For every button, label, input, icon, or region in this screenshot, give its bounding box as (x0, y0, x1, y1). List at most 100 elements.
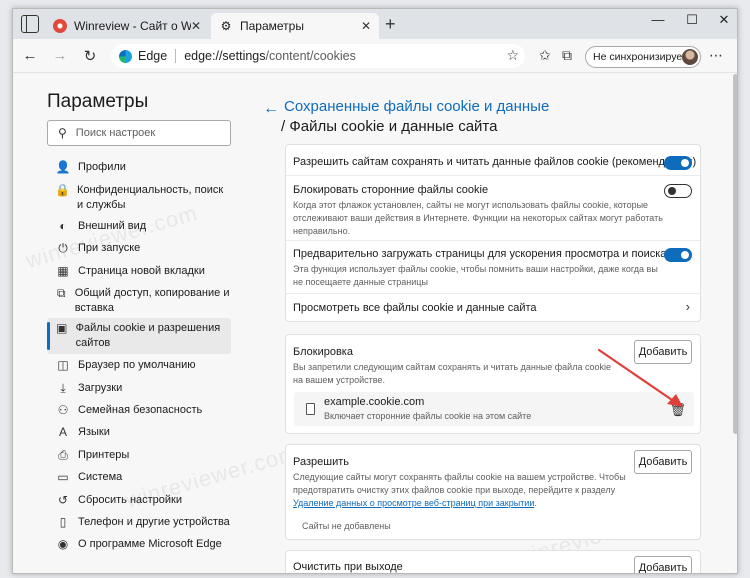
back-icon[interactable]: ← (21, 47, 39, 64)
sidebar-item-system[interactable]: ▭ Система (47, 470, 231, 485)
clear-on-exit-title: Очистить при выходе (293, 561, 403, 573)
allow-add-button[interactable]: Добавить (634, 450, 692, 474)
address-divider (175, 49, 177, 63)
new-tab-page-icon: ▦ (57, 264, 69, 278)
sidebar-item-reset[interactable]: ↺ Сбросить настройки (47, 493, 231, 508)
url-path: /content/cookies (265, 49, 356, 63)
close-tab-icon[interactable]: ✕ (191, 19, 201, 33)
sidebar-item-profiles[interactable]: 👤 Профили (47, 160, 231, 175)
back-arrow-icon[interactable]: ← (263, 100, 279, 118)
close-window-icon[interactable]: ✕ (709, 12, 737, 28)
block-third-party-desc: Когда этот флажок установлен, сайты не м… (293, 200, 663, 236)
tab-winreview[interactable]: Winreview - Сайт о Windows ✕ (45, 13, 209, 39)
allow-empty-text: Сайты не добавлены (302, 521, 391, 531)
sidebar-item-family[interactable]: ⚇ Семейная безопасность (47, 403, 231, 418)
profile-sync-button[interactable]: Не синхронизируется (585, 46, 701, 68)
sidebar-item-downloads[interactable]: ⤓ Загрузки (47, 381, 231, 396)
sidebar-item-new-tab[interactable]: ▦ Страница новой вкладки (47, 264, 231, 279)
block-third-party-toggle[interactable] (664, 184, 692, 198)
document-icon (306, 403, 315, 415)
default-browser-icon: ◫ (57, 358, 69, 372)
preload-title: Предварительно загружать страницы для ус… (293, 248, 667, 260)
sidebar-item-startup[interactable]: ⏻ При запуске (47, 241, 231, 256)
sidebar-item-label: Файлы cookie и разрешения сайтов (75, 322, 221, 349)
sidebar-item-default-browser[interactable]: ◫ Браузер по умолчанию (47, 358, 231, 373)
annotation-arrow (597, 348, 683, 407)
lock-icon: 🔒 (55, 183, 70, 197)
maximize-icon[interactable]: ☐ (677, 12, 707, 28)
allow-cookies-title: Разрешить сайтам сохранять и читать данн… (293, 156, 697, 168)
more-icon[interactable]: ⋯ (709, 47, 723, 64)
refresh-icon[interactable]: ↻ (81, 47, 99, 65)
sidebar-item-languages[interactable]: A Языки (47, 425, 231, 440)
address-brand: Edge (138, 49, 168, 63)
sidebar-item-label: Конфиденциальность, поиск и службы (76, 184, 224, 211)
preload-desc: Эта функция использует файлы cookie, что… (293, 264, 658, 287)
sidebar-item-appearance[interactable]: ◐ Внешний вид (47, 219, 231, 234)
sidebar-item-label: Принтеры (78, 449, 130, 461)
languages-icon: A (58, 425, 67, 439)
address-url[interactable]: edge://settings/content/cookies (184, 49, 356, 63)
sidebar-item-cookies[interactable]: ▣ Файлы cookie и разрешения сайтов (47, 318, 231, 354)
system-icon: ▭ (57, 470, 69, 484)
profile-icon: 👤 (55, 160, 71, 174)
cookie-settings-card: Разрешить сайтам сохранять и читать данн… (285, 144, 701, 322)
settings-page: winreviewer.com winreviewer.com winrevie… (13, 74, 737, 573)
divider (286, 240, 700, 241)
view-all-cookies-link[interactable]: Просмотреть все файлы cookie и данные са… (293, 302, 537, 314)
sidebar-item-label: При запуске (78, 242, 141, 254)
block-title: Блокировка (293, 346, 353, 358)
clear-on-exit-card: Очистить при выходе Добавить (285, 550, 701, 573)
tab-settings[interactable]: ⚙ Параметры ✕ (211, 13, 379, 39)
navigation-bar: ← → ↻ Edge edge://settings/content/cooki… (13, 39, 737, 73)
sidebar-item-label: О программе Microsoft Edge (78, 538, 222, 550)
allow-title: Разрешить (293, 456, 349, 468)
minimize-icon[interactable]: — (643, 12, 673, 27)
sidebar-item-label: Сбросить настройки (78, 494, 183, 506)
forward-icon[interactable]: → (51, 47, 69, 64)
new-tab-button[interactable]: + (385, 15, 396, 33)
search-input[interactable]: ⚲ Поиск настроек (47, 120, 231, 146)
gear-icon: ⚙ (220, 19, 232, 33)
phone-icon: ▯ (59, 515, 67, 529)
allow-cookies-toggle[interactable] (664, 156, 692, 170)
sidebar-item-about[interactable]: ◉ О программе Microsoft Edge (47, 537, 231, 552)
breadcrumb-parent-link[interactable]: Сохраненные файлы cookie и данные (284, 98, 549, 115)
avatar (682, 49, 698, 65)
url-host: edge://settings (184, 49, 266, 63)
allow-card: Разрешить Добавить Следующие сайты могут… (285, 444, 701, 540)
sidebar-item-privacy[interactable]: 🔒 Конфиденциальность, поиск и службы (47, 183, 231, 213)
sidebar-item-label: Общий доступ, копирование и вставка (74, 287, 230, 314)
allow-desc-end: . (534, 498, 537, 508)
page-title: Параметры (47, 91, 149, 112)
favorites-icon[interactable]: ✩ (539, 47, 551, 64)
sidebar-item-printers[interactable]: ⎙ Принтеры (47, 448, 231, 463)
family-icon: ⚇ (57, 403, 69, 417)
add-favorite-icon[interactable]: ☆ (506, 47, 519, 64)
divider (286, 293, 700, 294)
preload-toggle[interactable] (664, 248, 692, 262)
sidebar-item-label: Загрузки (78, 382, 123, 394)
appearance-icon: ◐ (59, 219, 67, 233)
close-tab-icon[interactable]: ✕ (361, 19, 371, 33)
block-third-party-title: Блокировать сторонние файлы cookie (293, 184, 489, 196)
chevron-right-icon[interactable]: › (686, 299, 690, 314)
cookie-permissions-icon: ▣ (56, 321, 68, 335)
tab-actions-icon[interactable] (21, 15, 39, 33)
sidebar-item-label: Профили (78, 161, 126, 173)
sidebar-item-share[interactable]: ⧉ Общий доступ, копирование и вставка (47, 286, 231, 316)
edge-logo-icon: ◉ (57, 537, 69, 551)
sidebar-item-phone[interactable]: ▯ Телефон и другие устройства (47, 515, 231, 530)
search-placeholder: Поиск настроек (75, 127, 156, 139)
printer-icon: ⎙ (58, 448, 68, 462)
sidebar-item-label: Телефон и другие устройства (78, 516, 230, 528)
clear-on-exit-add-button[interactable]: Добавить (634, 556, 692, 573)
divider (286, 175, 700, 176)
clear-on-close-link[interactable]: Удаление данных о просмотре веб-страниц … (293, 498, 534, 508)
collections-icon[interactable]: ⧉ (562, 47, 572, 64)
address-bar[interactable]: Edge edge://settings/content/cookies ☆ (111, 44, 525, 68)
scrollbar[interactable] (733, 74, 737, 434)
download-icon: ⤓ (60, 381, 66, 395)
edge-logo-icon (119, 49, 132, 63)
tab-label: Параметры (240, 19, 304, 33)
